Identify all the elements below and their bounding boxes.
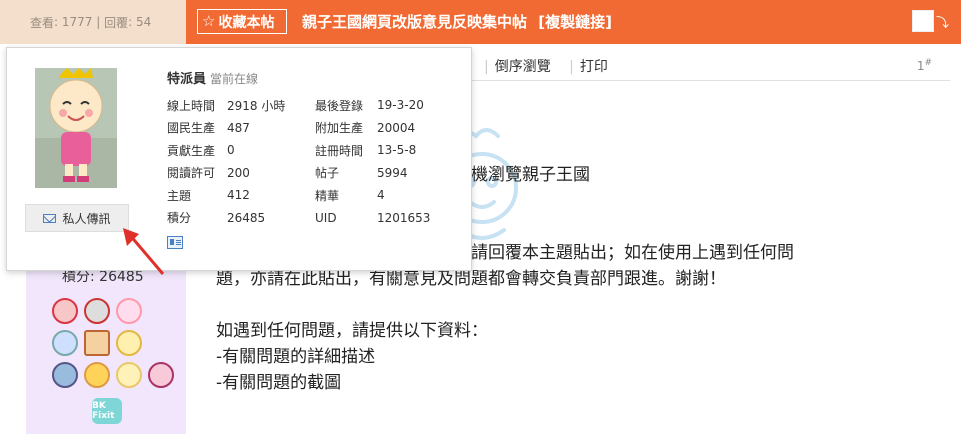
- medal-icon[interactable]: [116, 330, 142, 356]
- medal-icon[interactable]: [52, 298, 78, 324]
- post-line: -有關問題的詳細描述: [216, 347, 376, 367]
- favorite-button[interactable]: ☆ 收藏本帖: [197, 9, 287, 34]
- envelope-icon: [43, 213, 57, 223]
- bk-fixit-medal-icon[interactable]: BK Fixit: [92, 398, 122, 424]
- post-toolbar: | 倒序瀏覽 | 打印 1#: [484, 58, 932, 75]
- private-message-label: 私人傳訊: [62, 211, 111, 226]
- thread-title-text: 親子王國網頁改版意見反映集中帖: [302, 13, 528, 31]
- post-number[interactable]: 1#: [917, 58, 932, 73]
- collapse-icon[interactable]: ⤵: [936, 12, 949, 31]
- title-bar: ☆ 收藏本帖 親子王國網頁改版意見反映集中帖 [複製鏈接] ⤵: [186, 0, 961, 44]
- print-link[interactable]: 打印: [580, 59, 608, 75]
- medal-icon[interactable]: [84, 330, 110, 356]
- red-arrow-annotation: [123, 228, 165, 275]
- vcard-icon[interactable]: [167, 236, 183, 249]
- reverse-order-link[interactable]: 倒序瀏覽: [495, 59, 551, 75]
- header-icons: ⤵: [911, 10, 949, 32]
- star-icon: ☆: [202, 12, 216, 30]
- stats-row: 積分 26485 UID 1201653: [167, 210, 431, 226]
- stats-row: 主題 412 精華 4: [167, 188, 385, 203]
- medal-icon[interactable]: [84, 298, 110, 324]
- avatar[interactable]: [35, 68, 117, 188]
- medal-icon[interactable]: [148, 330, 174, 356]
- medal-icon[interactable]: [116, 298, 142, 324]
- user-stats: 線上時間 2918 小時 最後登錄 19-3-20 國民生產 487 附加生產 2000…: [167, 94, 447, 229]
- medal-list: [52, 298, 176, 388]
- stats-row: 線上時間 2918 小時 最後登錄 19-3-20: [167, 98, 424, 113]
- post-line: 如遇到任何問題，請提供以下資料：: [216, 321, 488, 341]
- stats-row: 國民生產 487 附加生產 20004: [167, 120, 416, 136]
- medal-icon[interactable]: [52, 362, 78, 388]
- medal-icon[interactable]: [116, 362, 142, 388]
- stats-row: 貢獻生產 0 註冊時間 13-5-8: [167, 143, 417, 158]
- thread-stats: 查看: 1777 | 回覆: 54: [0, 0, 186, 44]
- medal-icon[interactable]: [148, 298, 174, 324]
- copy-link-button[interactable]: [複製鏈接]: [538, 13, 612, 31]
- avatar-image: [35, 68, 117, 188]
- toolbar-divider: [470, 80, 950, 81]
- online-status: 當前在線: [210, 72, 259, 86]
- private-message-button[interactable]: 私人傳訊: [25, 204, 129, 232]
- views-label: 查看: [30, 15, 55, 30]
- views-count: 1777: [61, 15, 93, 29]
- favorite-label: 收藏本帖: [218, 14, 275, 31]
- medal-icon[interactable]: [52, 330, 78, 356]
- thread-title: 親子王國網頁改版意見反映集中帖 [複製鏈接]: [302, 11, 612, 32]
- square-icon[interactable]: [911, 10, 934, 32]
- post-line: -有關問題的截圖: [216, 373, 342, 393]
- replies-count: 54: [135, 15, 152, 29]
- username[interactable]: 特派員 當前在線: [167, 68, 258, 87]
- medal-icon[interactable]: [84, 362, 110, 388]
- medal-icon[interactable]: [148, 362, 174, 388]
- user-info-popup: 私人傳訊 特派員 當前在線 線上時間 2918 小時 最後登錄 19-3-20 國民生…: [6, 47, 472, 275]
- thread-header: 查看: 1777 | 回覆: 54 ☆ 收藏本帖 親子王國網頁改版意見反映集中帖…: [0, 0, 961, 44]
- replies-label: 回覆: [104, 15, 129, 30]
- stats-row: 閱讀許可 200 帖子 5994: [167, 165, 408, 181]
